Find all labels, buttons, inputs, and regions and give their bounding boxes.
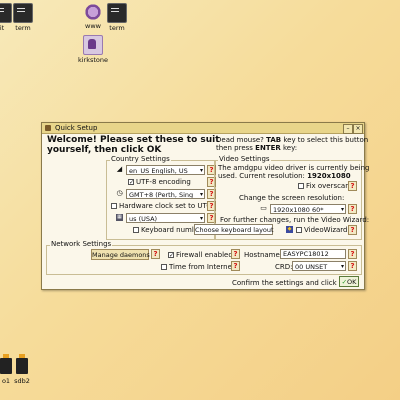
dead-mouse-hint-line2: then press ENTER key: xyxy=(216,144,298,152)
hwclock-checkbox[interactable] xyxy=(111,203,117,209)
video-wizard-help-button[interactable]: ? xyxy=(348,225,357,235)
timezone-select[interactable]: GMT+8 (Perth, Sing ▾ xyxy=(126,189,205,199)
hostname-field[interactable]: EASYPC18012 xyxy=(280,249,346,259)
overscan-help-button[interactable]: ? xyxy=(348,181,357,191)
terminal-icon xyxy=(107,3,127,23)
ok-button[interactable]: ✓OK xyxy=(339,276,359,287)
window-app-icon xyxy=(45,125,51,131)
drive-icon-sdb2[interactable]: sdb2 xyxy=(2,354,42,385)
firewall-checkbox[interactable]: ✓ xyxy=(168,252,174,259)
desktop-icon-label: term xyxy=(15,24,31,32)
monitor-icon: ▭ xyxy=(260,204,267,212)
desktop-icon-label: kirkstone xyxy=(77,56,109,64)
terminal-icon xyxy=(13,3,33,23)
close-icon[interactable]: × xyxy=(353,124,363,134)
resolution-help-button[interactable]: ? xyxy=(348,204,357,214)
choose-keyboard-layout-button[interactable]: Choose keyboard layout xyxy=(194,224,274,235)
dead-mouse-hint-line1: Dead mouse? TAB key to select this butto… xyxy=(216,136,369,144)
title-bar[interactable]: Quick Setup – × xyxy=(42,123,364,134)
chevron-down-icon: ▾ xyxy=(199,215,203,222)
daemons-help-button[interactable]: ? xyxy=(151,249,160,259)
time-internet-checkbox[interactable] xyxy=(161,264,167,270)
desktop-icon-term-left[interactable]: term xyxy=(3,3,43,32)
keyboard-select[interactable]: us (USA) ▾ xyxy=(126,213,205,223)
firewall-help-button[interactable]: ? xyxy=(231,249,240,259)
utf8-label: UTF-8 encoding xyxy=(136,178,191,186)
video-resolution-info: used. Current resolution: 1920x1080 xyxy=(218,172,351,180)
desktop-icon-kirkstone[interactable]: kirkstone xyxy=(73,35,113,64)
clock-icon: ◷ xyxy=(116,189,123,197)
hwclock-label: Hardware clock set to UTC xyxy=(119,202,212,210)
window-title: Quick Setup xyxy=(55,124,98,132)
network-settings-label: Network Settings xyxy=(50,240,113,248)
chevron-down-icon: ▾ xyxy=(199,167,203,174)
country-settings-label: Country Settings xyxy=(110,155,171,163)
fix-overscan-checkbox[interactable] xyxy=(298,183,304,189)
drive-label: sdb2 xyxy=(14,377,30,385)
chevron-down-icon: ▾ xyxy=(340,206,344,213)
welcome-heading-line1: Welcome! Please set these to suit xyxy=(47,135,220,145)
desktop-icon-term-right[interactable]: term xyxy=(97,3,137,32)
hostname-label: Hostname: xyxy=(244,251,283,259)
time-internet-help-button[interactable]: ? xyxy=(231,261,240,271)
change-resolution-label: Change the screen resolution: xyxy=(239,194,345,202)
locale-icon: ◢ xyxy=(116,165,123,173)
chevron-down-icon: ▾ xyxy=(340,263,344,270)
video-settings-label: Video Settings xyxy=(218,155,271,163)
quick-setup-window: Quick Setup – × Welcome! Please set thes… xyxy=(41,122,369,290)
minimize-icon[interactable]: – xyxy=(343,124,353,134)
confirm-label: Confirm the settings and click OK: xyxy=(232,279,352,287)
hostname-help-button[interactable]: ? xyxy=(348,249,357,259)
numlock-checkbox[interactable] xyxy=(133,227,139,233)
video-driver-info: The amdgpu video driver is currently bei… xyxy=(218,164,370,172)
drive-icon xyxy=(16,354,28,374)
crd-help-button[interactable]: ? xyxy=(348,261,357,271)
welcome-heading-line2: yourself, then click OK xyxy=(47,145,162,155)
resolution-select[interactable]: 1920x1080 60* ▾ xyxy=(270,204,346,214)
crd-label: CRD: xyxy=(275,263,293,271)
desktop-icon-label: term xyxy=(109,24,125,32)
video-wizard-hint: For further changes, run the Video Wizar… xyxy=(220,216,370,224)
chevron-down-icon: ▾ xyxy=(199,191,203,198)
manage-daemons-button[interactable]: Manage daemons xyxy=(91,249,150,260)
video-wizard-label: VideoWizard xyxy=(304,226,348,234)
firewall-label: Firewall enabled xyxy=(176,251,233,259)
video-wizard-icon: ◆ xyxy=(286,226,293,233)
locale-select[interactable]: en_US English, US ▾ xyxy=(126,165,205,175)
crd-select[interactable]: 00 UNSET ▾ xyxy=(292,261,346,271)
fix-overscan-label: Fix overscan xyxy=(306,182,350,190)
video-wizard-checkbox[interactable] xyxy=(296,227,302,233)
kirkstone-icon xyxy=(83,35,103,55)
keyboard-icon: ▦ xyxy=(116,214,123,221)
utf8-checkbox[interactable]: ✓ xyxy=(128,179,134,186)
time-internet-label: Time from Internet xyxy=(169,263,235,271)
